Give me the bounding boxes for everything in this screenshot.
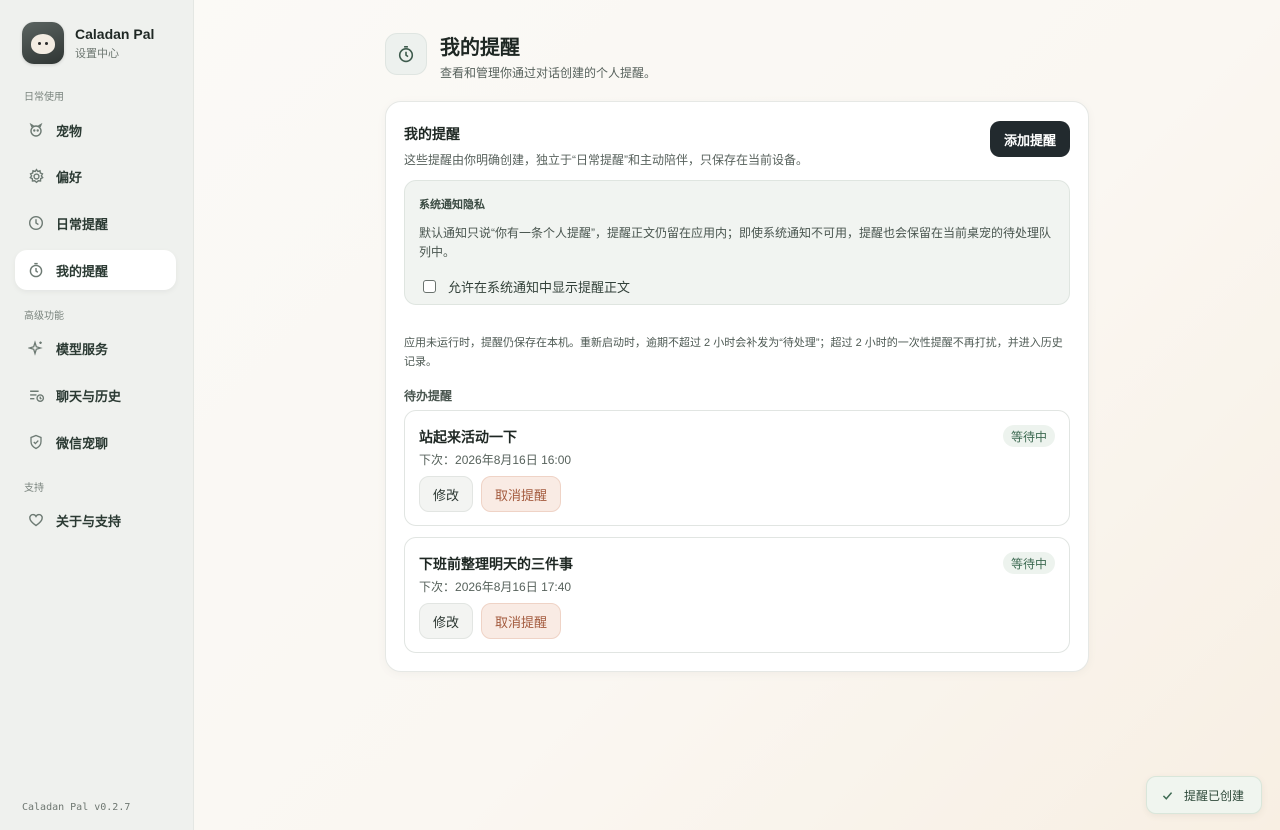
reminders-card: 我的提醒 这些提醒由你明确创建，独立于“日常提醒”和主动陪伴，只保存在当前设备。… [385, 101, 1089, 672]
cancel-reminder-button[interactable]: 取消提醒 [481, 476, 561, 512]
next-time-value: 2026年8月16日 16:00 [455, 453, 572, 467]
status-badge: 等待中 [1002, 425, 1055, 447]
section-label-daily: 日常使用 [24, 92, 64, 103]
reminder-title: 站起来活动一下 [419, 429, 517, 445]
show-body-checkbox[interactable] [423, 280, 436, 293]
sidebar-item-about-support[interactable]: 关于与支持 [15, 500, 176, 540]
sidebar-item-label: 宠物 [56, 123, 83, 139]
reminder-title: 下班前整理明天的三件事 [419, 556, 573, 572]
card-title: 我的提醒 [404, 126, 460, 142]
sidebar-item-label: 微信宠聊 [56, 435, 109, 451]
brand: Caladan Pal 设置中心 [22, 22, 154, 64]
heart-icon [27, 511, 45, 529]
timer-icon [385, 33, 427, 75]
pet-face [31, 34, 55, 54]
sidebar-item-label: 聊天与历史 [56, 388, 122, 404]
cancel-reminder-button[interactable]: 取消提醒 [481, 603, 561, 639]
edit-reminder-button[interactable]: 修改 [419, 603, 473, 639]
next-prefix: 下次： [419, 580, 456, 594]
gear-icon [27, 167, 45, 185]
toast-notification: 提醒已创建 [1146, 776, 1262, 814]
clock-icon [27, 214, 45, 232]
sidebar-item-wechat-pet[interactable]: 微信宠聊 [15, 422, 176, 462]
sidebar-item-label: 模型服务 [56, 341, 109, 357]
shield-check-icon [27, 433, 45, 451]
reminder-next-time: 下次： 2026年8月16日 16:00 [419, 451, 571, 468]
edit-reminder-button[interactable]: 修改 [419, 476, 473, 512]
reminder-item: 站起来活动一下 下次： 2026年8月16日 16:00 等待中 修改 取消提醒 [404, 410, 1070, 526]
next-time-value: 2026年8月16日 17:40 [455, 580, 572, 594]
sidebar-item-daily-reminders[interactable]: 日常提醒 [15, 203, 176, 243]
show-body-checkbox-row[interactable]: 允许在系统通知中显示提醒正文 [423, 277, 630, 296]
timer-icon [27, 261, 45, 279]
sidebar-item-model-service[interactable]: 模型服务 [15, 328, 176, 368]
next-prefix: 下次： [419, 453, 456, 467]
version-label: Caladan Pal v0.2.7 [22, 802, 131, 813]
pending-section-label: 待办提醒 [404, 389, 453, 403]
pet-icon [27, 121, 45, 139]
sidebar-item-label: 日常提醒 [56, 216, 109, 232]
sidebar-item-label: 我的提醒 [56, 263, 109, 279]
privacy-body: 默认通知只说“你有一条个人提醒”，提醒正文仍留在应用内；即使系统通知不可用，提醒… [419, 226, 1051, 259]
toast-text: 提醒已创建 [1184, 788, 1245, 803]
sidebar-item-label: 关于与支持 [56, 513, 122, 529]
card-description: 这些提醒由你明确创建，独立于“日常提醒”和主动陪伴，只保存在当前设备。 [404, 153, 808, 167]
sidebar-item-pet[interactable]: 宠物 [15, 110, 176, 150]
add-reminder-button[interactable]: 添加提醒 [990, 121, 1070, 157]
brand-name: Caladan Pal [75, 25, 155, 42]
avatar [22, 22, 64, 64]
page-subtitle: 查看和管理你通过对话创建的个人提醒。 [440, 66, 657, 80]
sidebar: Caladan Pal 设置中心 日常使用 宠物 偏好 日常提醒 我的提醒 高级… [0, 0, 194, 830]
status-badge: 等待中 [1002, 552, 1055, 574]
chat-history-icon [27, 386, 45, 404]
reminder-item: 下班前整理明天的三件事 下次： 2026年8月16日 17:40 等待中 修改 … [404, 537, 1070, 653]
page-title: 我的提醒 [440, 37, 520, 59]
sidebar-item-my-reminders[interactable]: 我的提醒 [15, 250, 176, 290]
sparkle-icon [27, 339, 45, 357]
reminder-next-time: 下次： 2026年8月16日 17:40 [419, 578, 571, 595]
brand-subtitle: 设置中心 [75, 47, 119, 60]
privacy-title: 系统通知隐私 [419, 199, 485, 211]
notification-privacy-panel: 系统通知隐私 默认通知只说“你有一条个人提醒”，提醒正文仍留在应用内；即使系统通… [404, 180, 1070, 305]
check-icon [1161, 789, 1174, 802]
show-body-checkbox-label: 允许在系统通知中显示提醒正文 [448, 280, 631, 295]
sidebar-item-preferences[interactable]: 偏好 [15, 156, 176, 196]
sidebar-item-label: 偏好 [56, 169, 83, 185]
section-label-support: 支持 [24, 483, 44, 494]
offline-note: 应用未运行时，提醒仍保存在本机。重新启动时，逾期不超过 2 小时会补发为“待处理… [404, 337, 1063, 368]
section-label-advanced: 高级功能 [24, 311, 64, 322]
sidebar-item-chat-history[interactable]: 聊天与历史 [15, 375, 176, 415]
